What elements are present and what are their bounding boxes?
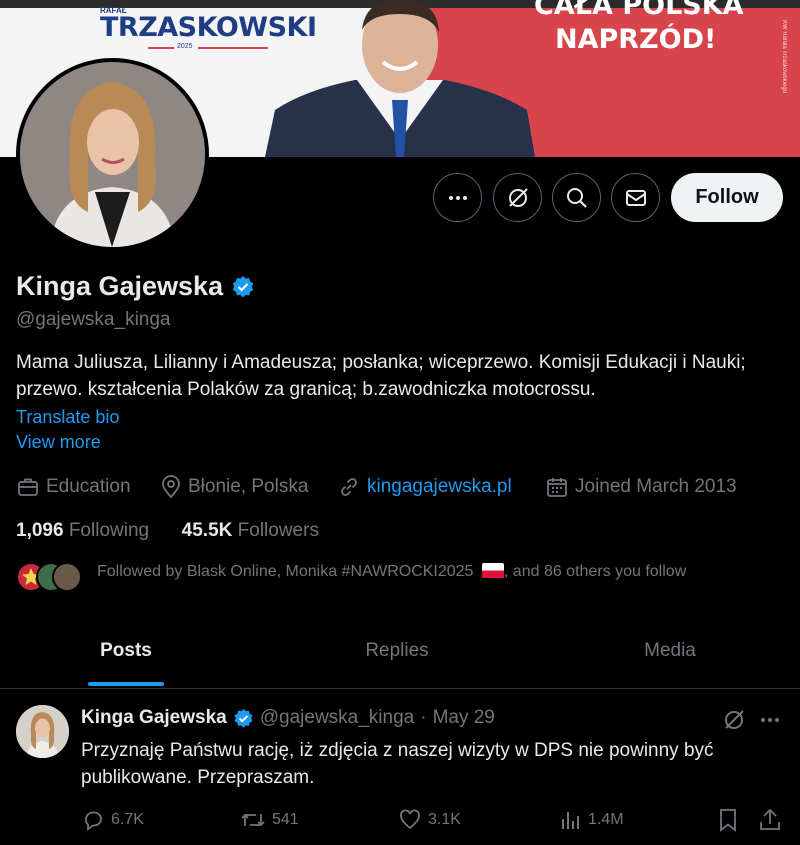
- profile-category: Education: [16, 475, 131, 499]
- post-avatar-photo: [16, 705, 69, 758]
- banner-portrait: [265, 0, 535, 157]
- profile-website[interactable]: kingagajewska.pl: [337, 475, 512, 499]
- more-icon: [448, 195, 467, 200]
- profile-joined: Joined March 2013: [545, 475, 737, 499]
- views-button[interactable]: 1.4M: [560, 808, 624, 832]
- grok-icon: [508, 187, 528, 207]
- briefcase-icon: [18, 478, 38, 496]
- followed-by-names: Followed by Blask Online, Monika #NAWROC…: [97, 563, 474, 580]
- banner-year: 2025: [177, 43, 193, 50]
- search-profile-button[interactable]: [552, 173, 601, 222]
- post-separator: ·: [420, 707, 427, 728]
- share-icon[interactable]: [758, 807, 782, 833]
- location-text: Błonie, Polska: [188, 476, 309, 497]
- avatar-photo: [20, 62, 205, 247]
- followed-by-text: Followed by Blask Online, Monika #NAWROC…: [97, 563, 686, 581]
- post-author-avatar[interactable]: [16, 705, 69, 758]
- followers-label: Followers: [237, 520, 319, 541]
- post-date[interactable]: May 29: [433, 707, 495, 729]
- calendar-icon: [547, 478, 567, 497]
- profile-avatar[interactable]: [16, 58, 209, 251]
- tabs-divider: [0, 688, 800, 689]
- follower-avatar-3: [52, 562, 82, 592]
- banner-slogan-line1: CAŁA POLSKA: [534, 0, 744, 21]
- views-count: 1.4M: [588, 811, 624, 828]
- like-button[interactable]: 3.1K: [398, 808, 461, 832]
- message-button[interactable]: [611, 173, 660, 222]
- following-count: 1,096: [16, 520, 64, 541]
- translate-bio-link[interactable]: Translate bio: [16, 407, 119, 428]
- following-link[interactable]: 1,096 Following: [16, 520, 149, 541]
- profile-handle: @gajewska_kinga: [16, 309, 171, 330]
- post-author-handle[interactable]: @gajewska_kinga: [260, 707, 415, 729]
- followers-link[interactable]: 45.5K Followers: [182, 520, 319, 541]
- repost-button[interactable]: 541: [240, 808, 299, 832]
- post-author-name[interactable]: Kinga Gajewska: [81, 707, 227, 729]
- banner-underline: [148, 47, 268, 49]
- view-more-link[interactable]: View more: [16, 432, 101, 453]
- followed-by-others: , and 86 others you follow: [503, 563, 687, 580]
- link-icon: [341, 478, 357, 496]
- followers-count: 45.5K: [181, 520, 233, 541]
- tab-replies[interactable]: Replies: [270, 640, 524, 662]
- category-text: Education: [46, 476, 131, 497]
- repost-icon: [241, 813, 265, 827]
- display-name-text: Kinga Gajewska: [16, 271, 224, 301]
- post-header: Kinga Gajewska @gajewska_kinga · May 29: [81, 707, 495, 729]
- repost-count: 541: [272, 811, 299, 828]
- banner-fine-print: KW Rafała Trzaskowskiego: [781, 20, 787, 94]
- website-link[interactable]: kingagajewska.pl: [367, 476, 512, 498]
- profile-display-name: Kinga Gajewska: [16, 271, 255, 302]
- message-icon: [625, 189, 646, 206]
- more-icon[interactable]: [759, 712, 781, 728]
- like-count: 3.1K: [428, 811, 461, 828]
- search-icon: [566, 187, 587, 208]
- banner-slogan-line2: NAPRZÓD!: [555, 24, 717, 55]
- reply-count: 6.7K: [111, 811, 144, 828]
- tab-posts[interactable]: Posts: [0, 640, 252, 662]
- analytics-icon: [562, 812, 579, 829]
- grok-icon[interactable]: [722, 708, 746, 732]
- poland-flag-icon: [481, 563, 504, 578]
- heart-icon: [400, 809, 420, 830]
- bookmark-icon[interactable]: [716, 807, 740, 833]
- profile-location: Błonie, Polska: [160, 475, 308, 499]
- more-options-button[interactable]: [433, 173, 482, 222]
- verified-badge-icon[interactable]: [233, 708, 254, 729]
- location-pin-icon: [162, 475, 180, 499]
- reply-icon: [85, 811, 102, 831]
- tab-media[interactable]: Media: [540, 640, 800, 662]
- follow-stats: 1,096 Following 45.5K Followers: [16, 520, 319, 542]
- grok-button[interactable]: [493, 173, 542, 222]
- verified-badge-icon[interactable]: [231, 275, 255, 299]
- follow-button[interactable]: Follow: [671, 173, 783, 222]
- following-label: Following: [68, 520, 150, 541]
- joined-text: Joined March 2013: [575, 476, 737, 497]
- active-tab-indicator: [88, 682, 164, 686]
- post-text: Przyznaję Państwu rację, iż zdjęcia z na…: [81, 740, 714, 788]
- reply-button[interactable]: 6.7K: [81, 808, 144, 832]
- profile-bio: Mama Juliusza, Lilianny i Amadeusza; pos…: [16, 352, 746, 400]
